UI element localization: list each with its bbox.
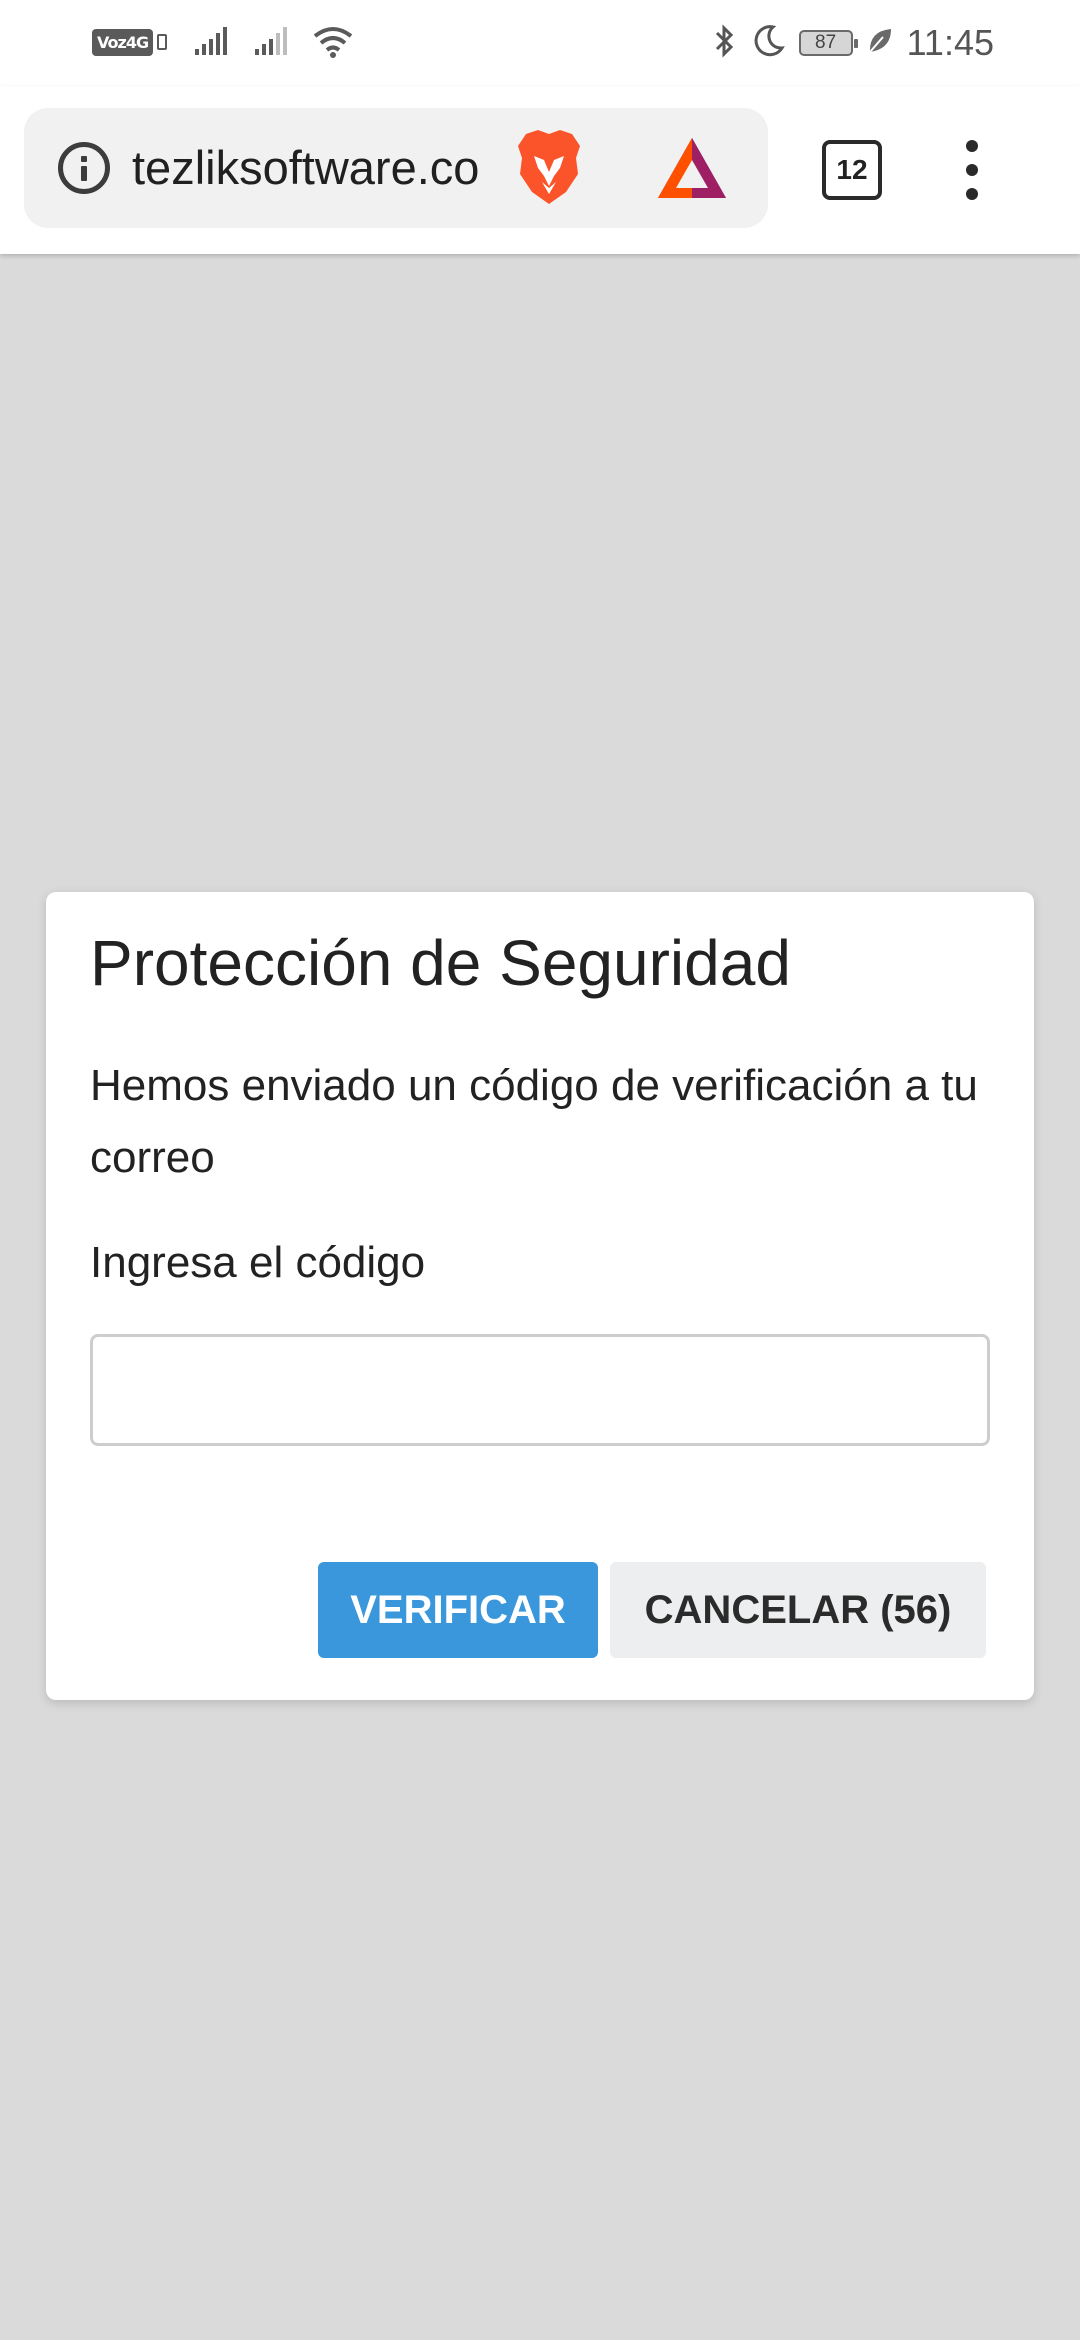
bat-triangle-icon[interactable] xyxy=(656,136,728,205)
browser-toolbar: tezliksoftware.co 12 xyxy=(0,86,1080,254)
moon-icon xyxy=(751,24,785,63)
bluetooth-icon xyxy=(713,23,737,64)
status-bar: Voz4G 87 11:45 xyxy=(0,0,1080,86)
cancel-button[interactable]: CANCELAR (56) xyxy=(610,1562,986,1658)
leaf-icon xyxy=(867,27,893,60)
verification-code-input[interactable] xyxy=(90,1334,990,1446)
brave-lion-icon[interactable] xyxy=(514,128,584,211)
tab-switcher-button[interactable]: 12 xyxy=(822,140,882,200)
menu-dots-icon[interactable] xyxy=(950,140,994,200)
address-bar[interactable]: tezliksoftware.co xyxy=(24,108,768,228)
network-label: Voz4G xyxy=(92,28,154,56)
signal-icon xyxy=(193,27,228,57)
dialog-title: Protección de Seguridad xyxy=(90,927,791,999)
volte-icon: Voz4G xyxy=(92,28,168,56)
status-bar-right: 87 11:45 xyxy=(713,22,994,64)
dialog-message: Hemos enviado un código de verificación … xyxy=(90,1061,978,1182)
clock: 11:45 xyxy=(906,22,994,63)
wifi-icon xyxy=(313,26,353,58)
info-icon[interactable] xyxy=(58,142,110,194)
sim-icon xyxy=(157,34,168,50)
url-text[interactable]: tezliksoftware.co xyxy=(132,138,506,198)
code-label: Ingresa el código xyxy=(90,1238,426,1287)
battery-icon: 87 xyxy=(798,30,858,56)
verify-button[interactable]: VERIFICAR xyxy=(318,1562,598,1658)
security-dialog: Protección de Seguridad Hemos enviado un… xyxy=(46,892,1034,1700)
signal-icon-2 xyxy=(253,27,288,57)
status-bar-left: Voz4G xyxy=(92,26,353,58)
